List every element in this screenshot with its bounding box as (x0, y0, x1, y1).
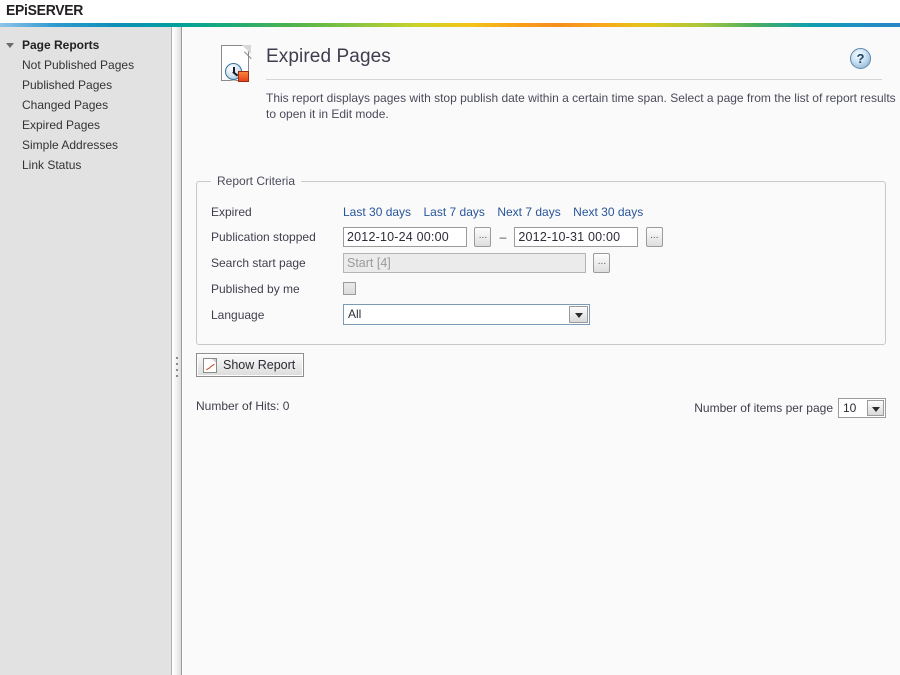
published-by-me-label: Published by me (211, 281, 300, 296)
criteria-row-published-by-me: Published by me (211, 276, 663, 301)
quick-link-last-30-days[interactable]: Last 30 days (343, 205, 411, 219)
search-start-page-input[interactable] (343, 253, 586, 273)
help-icon[interactable]: ? (850, 48, 871, 69)
page-header: Expired Pages ? This report displays pag… (201, 38, 896, 121)
sidebar-item-link-status[interactable]: Link Status (0, 155, 171, 175)
language-selected-value: All (348, 307, 362, 321)
content-pane: Expired Pages ? This report displays pag… (183, 27, 900, 675)
top-bar: EPiSERVER (0, 0, 900, 23)
sidebar-item-not-published-pages[interactable]: Not Published Pages (0, 55, 171, 75)
sidebar-item-label: Link Status (22, 158, 82, 172)
search-start-page-browse-button[interactable]: ... (593, 253, 611, 273)
sidebar-item-label: Changed Pages (22, 98, 109, 112)
document-clock-icon (221, 45, 259, 83)
sidebar-item-expired-pages[interactable]: Expired Pages (0, 115, 171, 135)
sidebar-item-changed-pages[interactable]: Changed Pages (0, 95, 171, 115)
report-criteria-legend: Report Criteria (217, 174, 296, 188)
language-label: Language (211, 307, 265, 322)
chevron-down-icon (6, 43, 14, 48)
help-glyph: ? (856, 51, 865, 66)
publication-stopped-to-input[interactable] (514, 227, 639, 247)
language-select-arrow[interactable] (569, 306, 588, 323)
chevron-down-icon (575, 313, 583, 318)
expired-label: Expired (211, 205, 252, 219)
language-select[interactable]: All (343, 304, 590, 325)
sidebar-group-label: Page Reports (22, 38, 100, 52)
number-of-hits: Number of Hits: 0 (196, 399, 290, 413)
episerver-logo: EPiSERVER (6, 2, 84, 19)
sidebar: Page Reports Not Published Pages Publish… (0, 27, 172, 675)
sidebar-item-label: Simple Addresses (22, 138, 119, 152)
sidebar-item-label: Not Published Pages (22, 58, 135, 72)
application-window: EPiSERVER Page Reports Not Published Pag… (0, 0, 900, 675)
items-per-page-select[interactable]: 10 (838, 398, 886, 418)
items-per-page-control: Number of items per page 10 (694, 398, 886, 418)
to-date-browse-button[interactable]: ... (645, 227, 663, 247)
date-range-separator: – (499, 230, 507, 244)
criteria-row-publication-stopped: Publication stopped ... – ... (211, 224, 663, 250)
sidebar-nav-group: Page Reports Not Published Pages Publish… (0, 27, 171, 175)
expired-quick-links: Last 30 days Last 7 days Next 7 days Nex… (343, 203, 663, 221)
splitter-grip-icon (176, 357, 179, 383)
sidebar-item-published-pages[interactable]: Published Pages (0, 75, 171, 95)
criteria-row-language: Language All (211, 301, 663, 328)
criteria-form-grid: Expired Last 30 days Last 7 days Next 7 … (211, 200, 663, 328)
sidebar-item-simple-addresses[interactable]: Simple Addresses (0, 135, 171, 155)
items-per-page-label: Number of items per page (694, 401, 833, 415)
from-date-browse-button[interactable]: ... (474, 227, 492, 247)
report-chart-icon (203, 357, 217, 373)
search-start-page-label: Search start page (211, 256, 306, 270)
title-divider (266, 79, 882, 80)
sidebar-group-page-reports[interactable]: Page Reports (0, 36, 171, 55)
sidebar-item-label: Published Pages (22, 78, 113, 92)
items-per-page-value: 10 (843, 401, 857, 415)
report-criteria-panel: Report Criteria Expired Last 30 days Las… (196, 174, 886, 345)
publication-stopped-from-input[interactable] (343, 227, 467, 247)
criteria-row-search-start-page: Search start page ... (211, 250, 663, 276)
publication-stopped-label: Publication stopped (211, 230, 316, 244)
page-description: This report displays pages with stop pub… (266, 91, 896, 121)
published-by-me-checkbox[interactable] (343, 282, 356, 295)
sidebar-splitter-handle[interactable] (173, 27, 182, 675)
show-report-button[interactable]: Show Report (196, 353, 305, 377)
show-report-label: Show Report (223, 358, 296, 372)
page-title: Expired Pages (266, 46, 391, 67)
quick-link-next-30-days[interactable]: Next 30 days (573, 205, 643, 219)
quick-link-next-7-days[interactable]: Next 7 days (497, 205, 560, 219)
criteria-row-expired: Expired Last 30 days Last 7 days Next 7 … (211, 200, 663, 224)
quick-link-last-7-days[interactable]: Last 7 days (424, 205, 485, 219)
chevron-down-icon (872, 407, 880, 412)
items-per-page-select-arrow[interactable] (867, 400, 884, 416)
sidebar-item-label: Expired Pages (22, 118, 101, 132)
